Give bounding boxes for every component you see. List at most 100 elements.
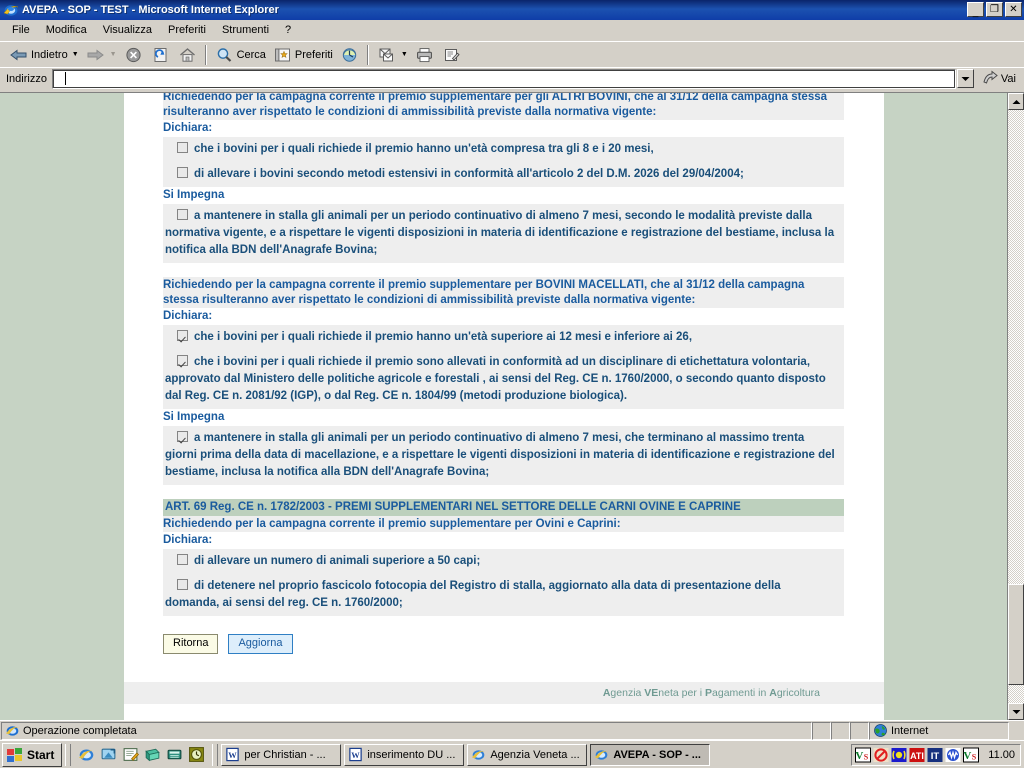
checkbox-row[interactable]: di allevare un numero di animali superio… <box>163 549 844 574</box>
scrollbar-track[interactable] <box>1008 110 1024 703</box>
window-title-bar[interactable]: AVEPA - SOP - TEST - Microsoft Internet … <box>0 0 1024 20</box>
checkbox-icon[interactable] <box>177 431 188 442</box>
speaker-icon[interactable] <box>891 747 907 763</box>
chevron-down-icon <box>1012 709 1020 714</box>
menu-item-file[interactable]: File <box>4 22 38 39</box>
status-message: Operazione completata <box>23 724 137 737</box>
address-input[interactable] <box>51 68 956 89</box>
si-impegna-items: a mantenere in stalla gli animali per un… <box>163 204 844 263</box>
checkbox-icon[interactable] <box>177 142 188 153</box>
print-button[interactable] <box>411 44 438 66</box>
forward-button[interactable]: ▼ <box>82 44 120 66</box>
no-entry-icon[interactable] <box>873 747 889 763</box>
checkbox-row[interactable]: che i bovini per i quali richiede il pre… <box>163 325 844 350</box>
stop-button[interactable] <box>120 44 147 66</box>
chevron-up-icon <box>1012 99 1020 104</box>
checkbox-label: che i bovini per i quali richiede il pre… <box>194 143 654 155</box>
section-lead-text: Richiedendo per la campagna corrente il … <box>163 279 805 306</box>
media-player-icon[interactable] <box>144 746 161 763</box>
text-caret <box>64 72 66 85</box>
search-button[interactable]: Cerca <box>211 44 269 66</box>
checkbox-icon[interactable] <box>177 355 188 366</box>
maximize-button[interactable]: ❐ <box>986 2 1003 17</box>
checkbox-row[interactable]: di detenere nel proprio fascicolo fotoco… <box>163 574 844 616</box>
toolbar-separator <box>366 44 369 65</box>
task-buttons: W per Christian - ... W inserimento DU .… <box>221 743 851 766</box>
task-button[interactable]: Agenzia Veneta ... <box>467 743 588 766</box>
scrollbar-thumb[interactable] <box>1008 584 1024 686</box>
window-controls: _ ❐ ✕ <box>967 2 1022 18</box>
page-footer: Agenzia VEneta per i Pagamenti in Agrico… <box>124 682 884 704</box>
menu-item-help[interactable]: ? <box>277 22 299 39</box>
task-button[interactable]: W per Christian - ... <box>221 743 342 766</box>
page-viewport: Richiedendo per la campagna corrente il … <box>0 92 1007 720</box>
show-desktop-icon[interactable] <box>100 746 117 763</box>
svg-text:V: V <box>964 750 972 762</box>
checkbox-row[interactable]: a mantenere in stalla gli animali per un… <box>163 426 844 485</box>
chevron-down-icon[interactable]: ▼ <box>72 51 79 58</box>
calculator-icon[interactable] <box>166 746 183 763</box>
mail-icon <box>376 45 397 65</box>
refresh-button[interactable] <box>147 44 174 66</box>
minimize-button[interactable]: _ <box>967 2 984 18</box>
clock-icon[interactable] <box>188 746 205 763</box>
home-icon <box>177 45 198 65</box>
checkbox-icon[interactable] <box>177 209 188 220</box>
home-button[interactable] <box>174 44 201 66</box>
section-lead-block: Richiedendo per la campagna corrente il … <box>163 92 844 120</box>
start-button[interactable]: Start <box>2 742 63 767</box>
checkbox-icon[interactable] <box>177 167 188 178</box>
dichiara-items: che i bovini per i quali richiede il pre… <box>163 325 844 409</box>
menu-item-modifica[interactable]: Modifica <box>38 22 95 39</box>
back-button[interactable]: Indietro ▼ <box>5 44 82 66</box>
menu-item-visualizza[interactable]: Visualizza <box>95 22 160 39</box>
go-button[interactable]: Vai <box>974 69 1022 89</box>
task-button[interactable]: W inserimento DU ... <box>344 743 465 766</box>
menu-item-preferiti[interactable]: Preferiti <box>160 22 214 39</box>
taskbar-grip[interactable] <box>212 743 219 766</box>
virusscan2-icon[interactable]: V S <box>963 747 980 763</box>
checkbox-row[interactable]: che i bovini per i quali richiede il pre… <box>163 350 844 409</box>
checkbox-row[interactable]: a mantenere in stalla gli animali per un… <box>163 204 844 263</box>
taskbar-grip[interactable] <box>65 743 72 766</box>
chevron-down-icon[interactable]: ▼ <box>110 51 117 58</box>
ati-icon[interactable]: ATI <box>909 747 925 763</box>
network-icon[interactable] <box>945 747 961 763</box>
checkbox-row[interactable]: che i bovini per i quali richiede il pre… <box>163 137 844 162</box>
internet-explorer-icon <box>3 2 19 18</box>
checkbox-icon[interactable] <box>177 554 188 565</box>
checkbox-icon[interactable] <box>177 579 188 590</box>
virusscan-icon[interactable]: V S <box>855 747 872 763</box>
word-icon: W <box>225 747 240 762</box>
si-impegna-items: a mantenere in stalla gli animali per un… <box>163 426 844 485</box>
history-button[interactable] <box>336 44 363 66</box>
ritorna-button[interactable]: Ritorna <box>163 634 219 654</box>
edit-button[interactable] <box>438 44 465 66</box>
vertical-scrollbar[interactable] <box>1007 92 1024 720</box>
scroll-up-button[interactable] <box>1008 93 1024 110</box>
form-content: Richiedendo per la campagna corrente il … <box>124 92 845 616</box>
task-button-active[interactable]: AVEPA - SOP - ... <box>590 743 711 766</box>
favorites-button[interactable]: Preferiti <box>269 44 336 66</box>
checkbox-label: di allevare un numero di animali superio… <box>194 555 481 567</box>
taskbar-clock[interactable]: 11.00 <box>988 749 1015 761</box>
chevron-down-icon[interactable]: ▼ <box>401 51 408 58</box>
address-dropdown-button[interactable] <box>956 69 974 88</box>
internet-explorer-icon[interactable] <box>78 746 95 763</box>
scroll-down-button[interactable] <box>1008 703 1024 720</box>
close-button[interactable]: ✕ <box>1005 2 1022 17</box>
aggiorna-button[interactable]: Aggiorna <box>228 634 293 654</box>
language-it-icon[interactable]: IT <box>927 747 943 763</box>
address-bar: Indirizzo Vai <box>0 67 1024 89</box>
mail-button[interactable]: ▼ <box>373 44 411 66</box>
section-lead-text: Richiedendo per la campagna corrente il … <box>163 92 828 118</box>
svg-text:S: S <box>864 752 869 761</box>
outlook-express-icon[interactable] <box>122 746 140 763</box>
checkbox-row[interactable]: di allevare i bovini secondo metodi este… <box>163 162 844 187</box>
checkbox-icon[interactable] <box>177 330 188 341</box>
taskbar: Start W per Christian - ... W inseriment… <box>0 740 1024 768</box>
menu-item-strumenti[interactable]: Strumenti <box>214 22 277 39</box>
svg-text:IT: IT <box>931 751 940 762</box>
security-zone-pane[interactable]: Internet <box>869 721 1009 740</box>
